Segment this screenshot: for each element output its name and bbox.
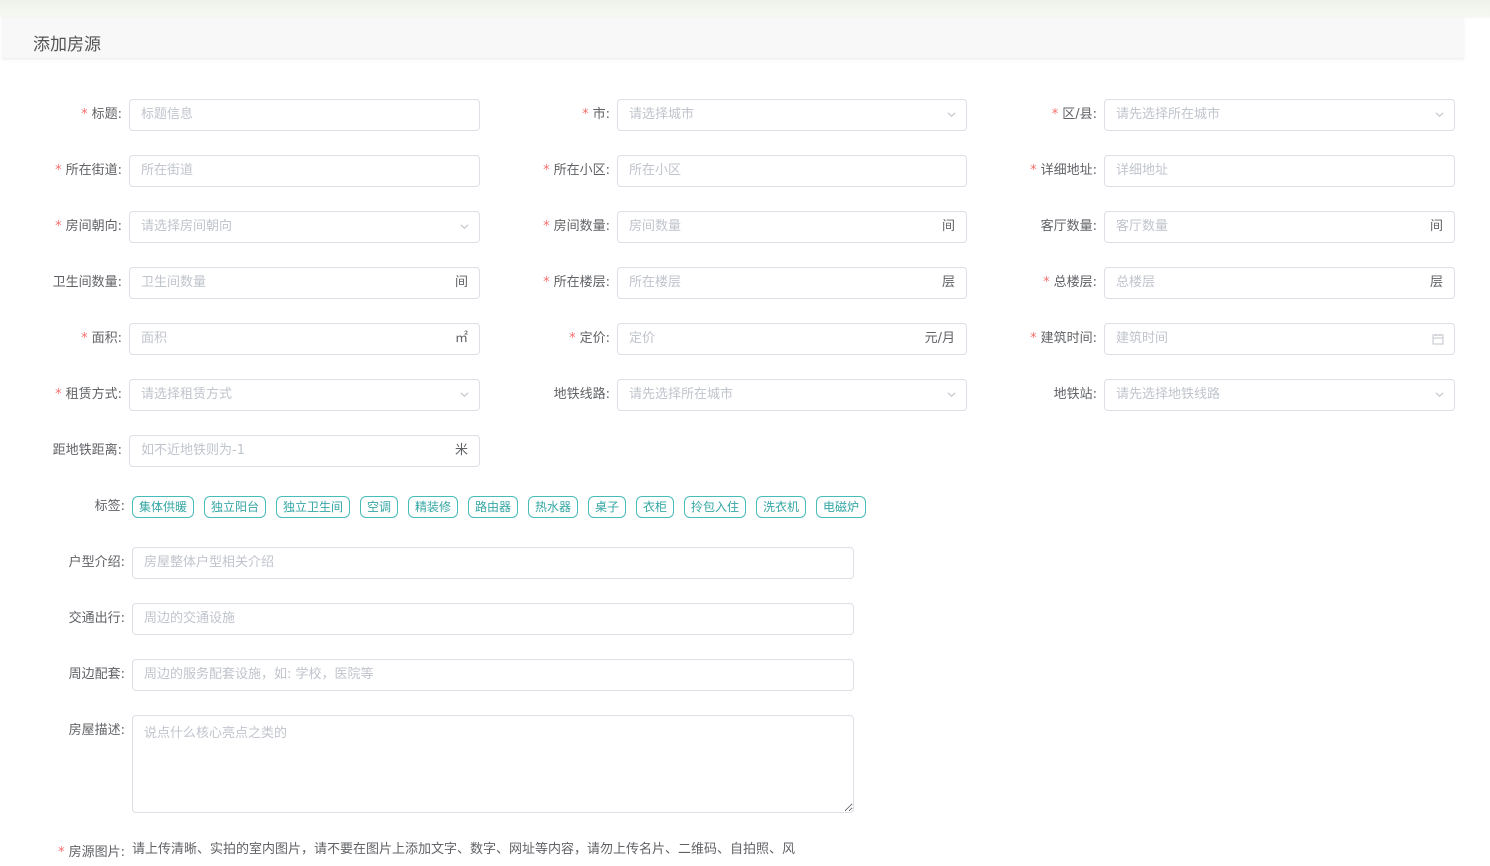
- price-input[interactable]: 定价 元/月: [617, 323, 967, 355]
- chevron-down-icon: [947, 392, 956, 398]
- bathrooms-suffix: 间: [454, 275, 468, 290]
- traffic-input[interactable]: 周边的交通设施: [132, 603, 854, 635]
- description-textarea[interactable]: [132, 715, 854, 813]
- subway-station-label: 地铁站:: [1053, 387, 1097, 402]
- surroundings-input[interactable]: 周边的服务配套设施，如: 学校，医院等: [132, 659, 854, 691]
- community-input[interactable]: 所在小区: [617, 155, 967, 187]
- halls-input[interactable]: 客厅数量间: [1104, 211, 1455, 243]
- street-label: * 所在街道:: [55, 163, 122, 178]
- subway-distance-input[interactable]: 如不近地铁则为-1 米: [129, 435, 480, 467]
- community-label: * 所在小区:: [543, 163, 610, 178]
- chevron-down-icon: [1435, 112, 1444, 118]
- city-label: * 市:: [582, 107, 610, 122]
- form-row-1: * 标题: 标题信息 * 市: 请选择城市 * 区/县: 请先选择所在城市: [0, 99, 1490, 131]
- floor-suffix: 层: [941, 275, 955, 290]
- surroundings-label: 周边配套:: [68, 667, 125, 682]
- district-label: * 区/县:: [1051, 107, 1097, 122]
- chevron-down-icon: [1435, 392, 1444, 398]
- form-row-3: * 房间朝向: 请选择房间朝向 * 房间数量: 房间数量间 客厅数量: 客厅数量间: [0, 211, 1490, 243]
- description-label: 房屋描述:: [68, 723, 125, 738]
- halls-suffix: 间: [1429, 219, 1443, 234]
- city-select[interactable]: 请选择城市: [617, 99, 967, 131]
- orientation-label: * 房间朝向:: [55, 219, 122, 234]
- area-input[interactable]: 面积㎡: [129, 323, 480, 355]
- street-input[interactable]: 所在街道: [129, 155, 480, 187]
- tag-item[interactable]: 洗衣机: [756, 496, 807, 518]
- photos-hint: 请上传清晰、实拍的室内图片，请不要在图片上添加文字、数字、网址等内容，请勿上传名…: [132, 842, 796, 857]
- tag-item[interactable]: 独立卫生间: [276, 496, 351, 518]
- halls-label: 客厅数量:: [1040, 219, 1097, 234]
- build-time-label: * 建筑时间:: [1030, 331, 1097, 346]
- subway-line-label: 地铁线路:: [553, 387, 610, 402]
- price-suffix: 元/月: [924, 331, 955, 346]
- rooms-label: * 房间数量:: [543, 219, 610, 234]
- total-floors-suffix: 层: [1429, 275, 1443, 290]
- chevron-down-icon: [460, 224, 469, 230]
- total-floors-input[interactable]: 总楼层层: [1104, 267, 1455, 299]
- title-input[interactable]: 标题信息: [129, 99, 480, 131]
- tag-item[interactable]: 拎包入住: [684, 496, 747, 518]
- subway-line-select[interactable]: 请先选择所在城市: [617, 379, 967, 411]
- tag-item[interactable]: 衣柜: [636, 496, 675, 518]
- form-row-6: * 租赁方式: 请选择租赁方式 地铁线路: 请先选择所在城市 地铁站: 请先选择地…: [0, 379, 1490, 411]
- traffic-label: 交通出行:: [68, 611, 125, 626]
- tag-item[interactable]: 独立阳台: [204, 496, 267, 518]
- page-title: 添加房源: [33, 35, 101, 55]
- form-row-7: 距地铁距离: 如不近地铁则为-1 米: [0, 435, 490, 467]
- tag-item[interactable]: 路由器: [468, 496, 519, 518]
- rooms-input[interactable]: 房间数量间: [617, 211, 967, 243]
- subway-station-select[interactable]: 请先选择地铁线路: [1104, 379, 1455, 411]
- calendar-icon: [1432, 334, 1444, 345]
- total-floors-label: * 总楼层:: [1043, 275, 1097, 290]
- bathrooms-input[interactable]: 卫生间数量间: [129, 267, 480, 299]
- form-row-5: * 面积: 面积㎡ * 定价: 定价 元/月 * 建筑时间: 建筑时间: [0, 323, 1490, 355]
- chevron-down-icon: [460, 392, 469, 398]
- subway-distance-label: 距地铁距离:: [52, 443, 122, 458]
- floor-label: * 所在楼层:: [543, 275, 610, 290]
- bathrooms-label: 卫生间数量:: [52, 275, 122, 290]
- tag-item[interactable]: 空调: [360, 496, 399, 518]
- area-label: * 面积:: [81, 331, 122, 346]
- address-input[interactable]: 详细地址: [1104, 155, 1455, 187]
- form-row-4: 卫生间数量: 卫生间数量间 * 所在楼层: 所在楼层层 * 总楼层: 总楼层层: [0, 267, 1490, 299]
- photos-label: * 房源图片:: [58, 845, 125, 860]
- tag-list: 集体供暖 独立阳台 独立卫生间 空调 精装修 路由器 热水器 桌子 衣柜 拎包入…: [132, 496, 892, 518]
- layout-intro-row: 户型介绍: 房屋整体户型相关介绍: [0, 547, 900, 579]
- tag-item[interactable]: 集体供暖: [132, 496, 195, 518]
- title-label: * 标题:: [81, 107, 122, 122]
- tag-item[interactable]: 热水器: [528, 496, 579, 518]
- district-select[interactable]: 请先选择所在城市: [1104, 99, 1455, 131]
- tags-label: 标签:: [94, 499, 125, 514]
- photos-row: * 房源图片: 请上传清晰、实拍的室内图片，请不要在图片上添加文字、数字、网址等内…: [0, 837, 900, 866]
- chevron-down-icon: [947, 112, 956, 118]
- layout-intro-label: 户型介绍:: [68, 555, 125, 570]
- rent-type-select[interactable]: 请选择租赁方式: [129, 379, 480, 411]
- price-label: * 定价:: [569, 331, 610, 346]
- tag-item[interactable]: 精装修: [408, 496, 459, 518]
- description-row: 房屋描述:: [0, 715, 900, 813]
- tags-row: 标签: 集体供暖 独立阳台 独立卫生间 空调 精装修 路由器 热水器 桌子 衣柜…: [0, 491, 900, 523]
- build-time-picker[interactable]: 建筑时间: [1104, 323, 1455, 355]
- rooms-suffix: 间: [941, 219, 955, 234]
- tag-item[interactable]: 桌子: [588, 496, 627, 518]
- rent-type-label: * 租赁方式:: [55, 387, 122, 402]
- top-strip: [0, 0, 1490, 18]
- surroundings-row: 周边配套: 周边的服务配套设施，如: 学校，医院等: [0, 659, 900, 691]
- subway-distance-suffix: 米: [454, 443, 468, 458]
- tag-item[interactable]: 电磁炉: [816, 496, 867, 518]
- area-suffix: ㎡: [454, 331, 468, 346]
- address-label: * 详细地址:: [1030, 163, 1097, 178]
- layout-intro-input[interactable]: 房屋整体户型相关介绍: [132, 547, 854, 579]
- card-header: 添加房源: [2, 18, 1464, 59]
- traffic-row: 交通出行: 周边的交通设施: [0, 603, 900, 635]
- orientation-select[interactable]: 请选择房间朝向: [129, 211, 480, 243]
- floor-input[interactable]: 所在楼层层: [617, 267, 967, 299]
- form-row-2: * 所在街道: 所在街道 * 所在小区: 所在小区 * 详细地址: 详细地址: [0, 155, 1490, 187]
